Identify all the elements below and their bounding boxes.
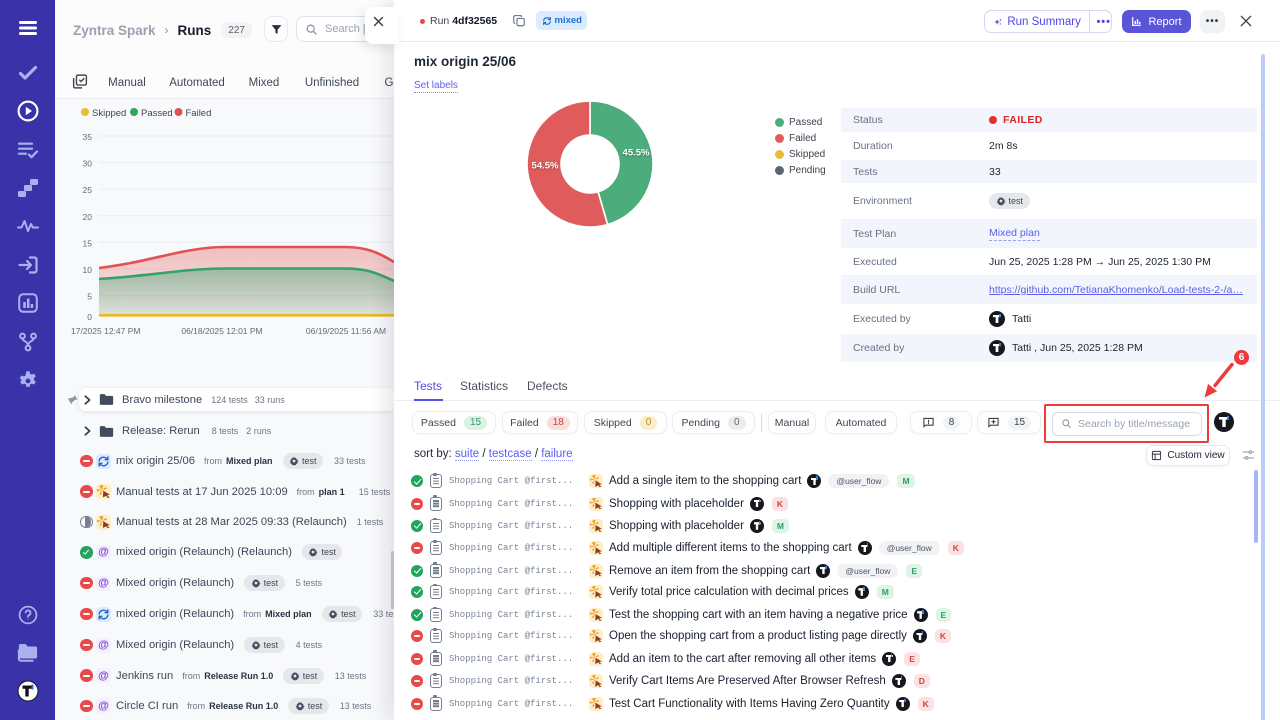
svg-text:Failed: Failed (186, 108, 212, 119)
svg-text:5: 5 (87, 292, 92, 302)
svg-text:30: 30 (83, 159, 93, 169)
svg-text:10: 10 (83, 265, 93, 275)
svg-text:25: 25 (83, 185, 93, 195)
svg-text:Passed: Passed (141, 108, 173, 119)
svg-text:06/19/2025 11:56 AM: 06/19/2025 11:56 AM (306, 326, 386, 336)
svg-text:0: 0 (87, 312, 92, 322)
svg-text:17/2025 12:47 PM: 17/2025 12:47 PM (71, 326, 140, 336)
svg-text:35: 35 (83, 132, 93, 142)
svg-text:20: 20 (83, 212, 93, 222)
svg-text:54.5%: 54.5% (532, 161, 559, 172)
svg-text:Skipped: Skipped (92, 108, 126, 119)
svg-text:06/18/2025 12:01 PM: 06/18/2025 12:01 PM (181, 326, 262, 336)
svg-text:45.5%: 45.5% (623, 148, 650, 159)
svg-text:15: 15 (83, 238, 93, 248)
